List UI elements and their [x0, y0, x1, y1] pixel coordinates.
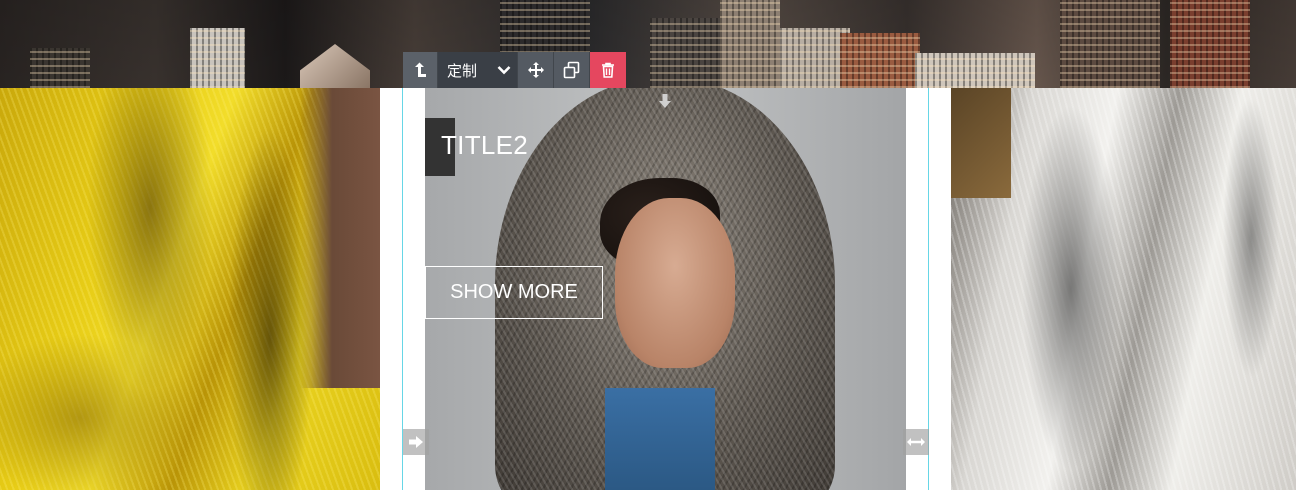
- arrow-down-icon: [656, 92, 674, 110]
- move-down-handle[interactable]: [652, 88, 678, 114]
- show-more-button[interactable]: SHOW MORE: [425, 266, 603, 319]
- select-parent-button[interactable]: [403, 52, 438, 88]
- custom-dropdown[interactable]: 定制: [438, 52, 518, 88]
- trash-icon: [601, 62, 615, 78]
- chevron-down-icon: [497, 65, 511, 75]
- city-banner-image: [0, 0, 1296, 88]
- white-fur-image: [951, 88, 1296, 490]
- delete-button[interactable]: [590, 52, 626, 88]
- custom-label: 定制: [447, 62, 478, 80]
- element-toolbar: 定制: [403, 52, 626, 88]
- duplicate-icon: [563, 61, 581, 79]
- resize-width-handle[interactable]: [903, 429, 929, 455]
- select-parent-icon: [413, 62, 427, 78]
- yellow-fur-image: [0, 88, 380, 490]
- duplicate-button[interactable]: [554, 52, 590, 88]
- arrow-right-icon: [407, 433, 425, 451]
- slide-title[interactable]: TITLE2: [441, 130, 528, 161]
- move-right-handle[interactable]: [403, 429, 429, 455]
- resize-horizontal-icon: [906, 435, 926, 449]
- move-icon: [527, 61, 545, 79]
- move-button[interactable]: [518, 52, 554, 88]
- page-builder-canvas: TITLE2 SHOW MORE 定制: [0, 0, 1296, 490]
